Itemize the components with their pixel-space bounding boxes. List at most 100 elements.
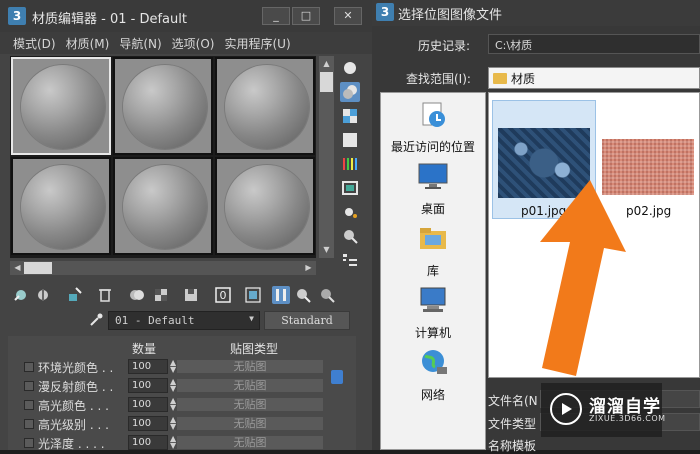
dialog-title: 选择位图图像文件	[398, 8, 503, 23]
map-amount-input[interactable]: 100	[128, 416, 168, 431]
select-by-material-icon[interactable]	[340, 226, 360, 246]
material-map-navigator-icon[interactable]	[340, 250, 360, 270]
lock-icon[interactable]	[331, 370, 343, 384]
template-label: 名称模板	[488, 439, 537, 453]
history-label: 历史记录:	[418, 39, 471, 53]
put-material-to-scene-icon[interactable]	[34, 286, 52, 304]
menu-mode[interactable]: 模式(D)	[8, 32, 61, 54]
material-name-dropdown[interactable]: 01 - Default ▼	[108, 311, 260, 330]
map-row: 环境光颜色 . . 100 ▲ ▼ 无贴图	[22, 358, 352, 376]
sample-slot[interactable]	[215, 57, 315, 155]
sample-slot[interactable]	[11, 57, 111, 155]
side-toolbar	[338, 56, 364, 276]
amount-column-header: 数量	[132, 342, 157, 356]
lookin-dropdown[interactable]: 材质	[488, 67, 700, 89]
map-slot-button[interactable]: 无贴图	[176, 416, 324, 431]
map-slot-button[interactable]: 无贴图	[176, 435, 324, 450]
place-network[interactable]: 网络	[381, 347, 485, 403]
options-icon[interactable]	[340, 202, 360, 222]
sample-slot[interactable]	[215, 157, 315, 255]
close-button[interactable]: ✕	[334, 7, 362, 25]
lookin-label: 查找范围(I):	[406, 72, 471, 86]
place-recent[interactable]: 最近访问的位置	[381, 99, 485, 155]
sample-slot[interactable]	[113, 157, 213, 255]
map-slot-button[interactable]: 无贴图	[176, 397, 324, 412]
place-label: 库	[426, 264, 439, 278]
material-editor-titlebar: 3 材质编辑器 - 01 - Default _ □ ✕	[0, 0, 372, 32]
eyedropper-icon[interactable]	[88, 312, 104, 328]
network-globe-icon	[422, 350, 447, 374]
app-logo-icon: 3	[8, 7, 26, 25]
place-libraries[interactable]: 库	[381, 223, 485, 279]
material-sphere-preview	[21, 165, 105, 249]
lookin-value: 材质	[511, 72, 536, 86]
make-material-copy-icon[interactable]	[128, 286, 146, 304]
map-enable-checkbox[interactable]	[24, 419, 34, 429]
make-preview-icon[interactable]	[340, 178, 360, 198]
place-computer[interactable]: 计算机	[381, 285, 485, 341]
map-slot-button[interactable]: 无贴图	[176, 359, 324, 374]
material-name-value: 01 - Default	[115, 314, 195, 327]
map-enable-checkbox[interactable]	[24, 362, 34, 372]
folder-icon	[493, 73, 507, 84]
maximize-button[interactable]: □	[292, 7, 320, 25]
map-amount-input[interactable]: 100	[128, 359, 168, 374]
scroll-down-arrow-icon[interactable]: ▼	[319, 244, 334, 256]
place-label: 桌面	[420, 202, 445, 216]
window-title: 材质编辑器 - 01 - Default	[32, 12, 187, 27]
filetype-label: 文件类型	[488, 417, 537, 431]
chevron-down-icon: ▼	[249, 314, 254, 323]
map-slot-button[interactable]: 无贴图	[176, 378, 324, 393]
file-dialog-titlebar: 3 选择位图图像文件	[372, 0, 700, 26]
sample-slot[interactable]	[11, 157, 111, 255]
go-to-parent-icon[interactable]	[294, 286, 312, 304]
map-row-label: 光泽度 . . . .	[38, 437, 105, 451]
get-material-icon[interactable]	[12, 286, 30, 304]
put-to-library-icon[interactable]	[182, 286, 200, 304]
menu-options[interactable]: 选项(O)	[167, 32, 220, 54]
map-amount-input[interactable]: 100	[128, 378, 168, 393]
map-row: 高光级别 . . . 100 ▲ ▼ 无贴图	[22, 415, 352, 433]
assign-material-icon[interactable]	[66, 286, 84, 304]
menu-bar: 模式(D) 材质(M) 导航(N) 选项(O) 实用程序(U)	[0, 32, 372, 54]
orange-arrow-annotation	[540, 180, 626, 376]
map-enable-checkbox[interactable]	[24, 438, 34, 448]
place-label: 计算机	[414, 326, 451, 340]
scroll-left-arrow-icon[interactable]: ◀	[10, 262, 25, 274]
sample-uv-tiling-icon[interactable]	[340, 130, 360, 150]
map-amount-input[interactable]: 100	[128, 435, 168, 450]
menu-utilities[interactable]: 实用程序(U)	[219, 32, 295, 54]
show-end-result-icon[interactable]	[272, 286, 290, 304]
map-row-label: 高光级别 . . .	[38, 418, 109, 432]
minimize-button[interactable]: _	[262, 7, 290, 25]
scrollbar-thumb[interactable]	[24, 262, 52, 274]
material-type-button[interactable]: Standard	[264, 311, 350, 330]
place-desktop[interactable]: 桌面	[381, 161, 485, 217]
map-enable-checkbox[interactable]	[24, 381, 34, 391]
map-row-label: 高光颜色 . . .	[38, 399, 109, 413]
scrollbar-thumb[interactable]	[320, 72, 333, 92]
sample-type-icon[interactable]	[340, 58, 360, 78]
sample-slot[interactable]	[113, 57, 213, 155]
slots-vertical-scrollbar[interactable]: ▲ ▼	[319, 56, 334, 258]
menu-navigation[interactable]: 导航(N)	[114, 32, 166, 54]
make-unique-icon[interactable]	[152, 286, 170, 304]
video-color-check-icon[interactable]	[340, 154, 360, 174]
go-forward-to-sibling-icon[interactable]	[318, 286, 336, 304]
scroll-up-arrow-icon[interactable]: ▲	[319, 58, 334, 70]
map-amount-input[interactable]: 100	[128, 397, 168, 412]
scroll-right-arrow-icon[interactable]: ▶	[301, 262, 316, 274]
show-map-in-viewport-icon[interactable]	[244, 286, 262, 304]
file-name[interactable]: p02.jpg	[626, 204, 671, 218]
menu-material[interactable]: 材质(M)	[61, 32, 115, 54]
reset-map-icon[interactable]	[96, 286, 114, 304]
map-enable-checkbox[interactable]	[24, 400, 34, 410]
backlight-icon[interactable]	[340, 82, 360, 102]
place-label: 最近访问的位置	[390, 140, 475, 154]
app-logo-icon: 3	[376, 3, 394, 21]
background-checker-icon[interactable]	[340, 106, 360, 126]
history-dropdown[interactable]: C:\材质	[488, 34, 700, 54]
material-id-channel-icon[interactable]: 0	[214, 286, 232, 304]
slots-horizontal-scrollbar[interactable]: ◀ ▶	[10, 261, 316, 275]
material-sphere-preview	[123, 65, 207, 149]
